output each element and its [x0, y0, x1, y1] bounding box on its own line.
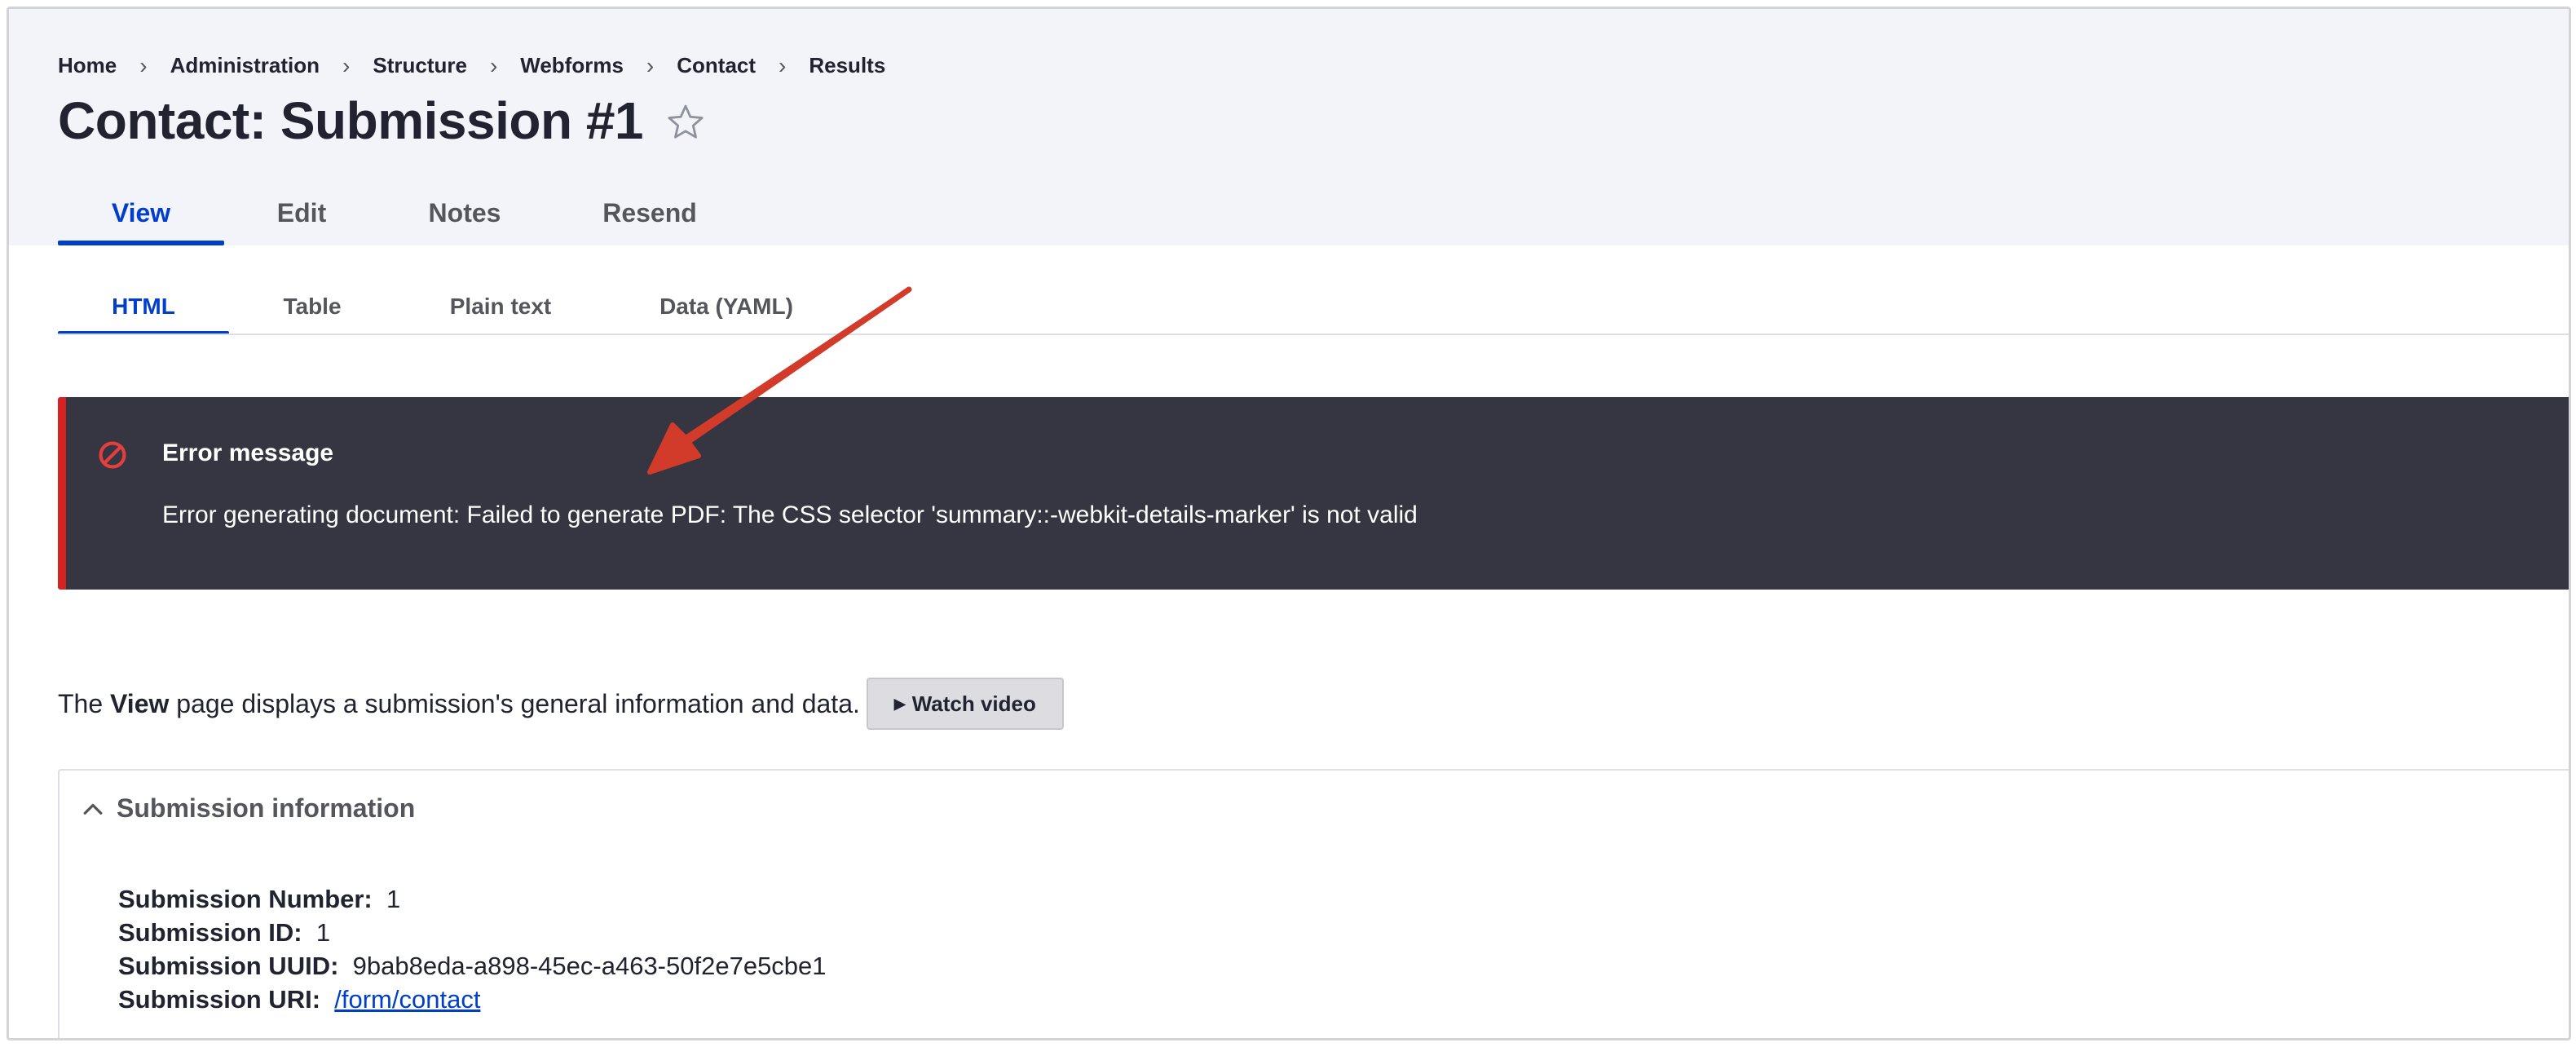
breadcrumb: Home › Administration › Structure › Webf…: [58, 53, 885, 78]
breadcrumb-results[interactable]: Results: [809, 53, 885, 78]
error-message: Error message Error generating document:…: [58, 397, 2569, 590]
info-label: Submission UUID:: [118, 952, 346, 980]
info-label: Submission ID:: [118, 918, 310, 947]
play-icon: ▶: [893, 695, 906, 712]
submission-uri-link[interactable]: /form/contact: [334, 985, 480, 1014]
info-value: 1: [386, 885, 401, 913]
secondary-tabs: HTML Table Plain text Data (YAML): [58, 278, 847, 335]
page-title-row: Contact: Submission #1: [58, 91, 707, 151]
error-title: Error message: [162, 440, 334, 466]
browser-frame: Home › Administration › Structure › Webf…: [7, 7, 2571, 1040]
details-summary[interactable]: Submission information: [81, 793, 415, 824]
page-header: Home › Administration › Structure › Webf…: [9, 9, 2569, 245]
info-row-submission-uuid: Submission UUID: 9bab8eda-a898-45ec-a463…: [118, 952, 827, 981]
info-value: 1: [315, 918, 331, 947]
breadcrumb-webforms[interactable]: Webforms: [520, 53, 624, 78]
tab-notes[interactable]: Notes: [379, 180, 550, 245]
watch-video-button[interactable]: ▶ Watch video: [866, 678, 1064, 730]
error-icon: [99, 441, 126, 469]
info-label: Submission URI:: [118, 985, 328, 1014]
info-label: Submission Number:: [118, 885, 380, 913]
page-title: Contact: Submission #1: [58, 91, 644, 150]
tabs-divider: [58, 334, 2569, 335]
description: The View page displays a submission's ge…: [58, 678, 1064, 730]
breadcrumb-contact[interactable]: Contact: [677, 53, 756, 78]
star-icon[interactable]: [664, 101, 707, 144]
breadcrumb-separator-icon: ›: [489, 52, 498, 78]
description-prefix: The: [58, 688, 111, 718]
info-row-submission-uri: Submission URI: /form/contact: [118, 985, 480, 1014]
error-text: Error generating document: Failed to gen…: [162, 501, 1418, 528]
subtab-plain-text[interactable]: Plain text: [395, 278, 606, 335]
tab-edit[interactable]: Edit: [224, 180, 379, 245]
details-summary-label: Submission information: [117, 793, 416, 823]
info-row-submission-number: Submission Number: 1: [118, 885, 400, 914]
breadcrumb-separator-icon: ›: [139, 52, 148, 78]
breadcrumb-separator-icon: ›: [779, 52, 787, 78]
tab-view[interactable]: View: [58, 180, 224, 245]
submission-information-details: Submission information Submission Number…: [58, 769, 2569, 1038]
info-value: 9bab8eda-a898-45ec-a463-50f2e7e5cbe1: [352, 952, 827, 980]
subtab-html[interactable]: HTML: [58, 278, 229, 335]
breadcrumb-home[interactable]: Home: [58, 53, 117, 78]
chevron-up-icon: [83, 803, 103, 815]
watch-video-label: Watch video: [911, 691, 1036, 716]
subtab-data-yaml[interactable]: Data (YAML): [606, 278, 847, 335]
description-emphasis: View: [110, 688, 170, 718]
breadcrumb-structure[interactable]: Structure: [373, 53, 467, 78]
description-suffix: page displays a submission's general inf…: [169, 688, 860, 718]
breadcrumb-administration[interactable]: Administration: [170, 53, 320, 78]
tab-resend[interactable]: Resend: [550, 180, 749, 245]
breadcrumb-separator-icon: ›: [646, 52, 655, 78]
subtab-table[interactable]: Table: [229, 278, 395, 335]
info-row-submission-id: Submission ID: 1: [118, 918, 330, 948]
primary-tabs: View Edit Notes Resend: [58, 180, 749, 245]
breadcrumb-separator-icon: ›: [342, 52, 351, 78]
